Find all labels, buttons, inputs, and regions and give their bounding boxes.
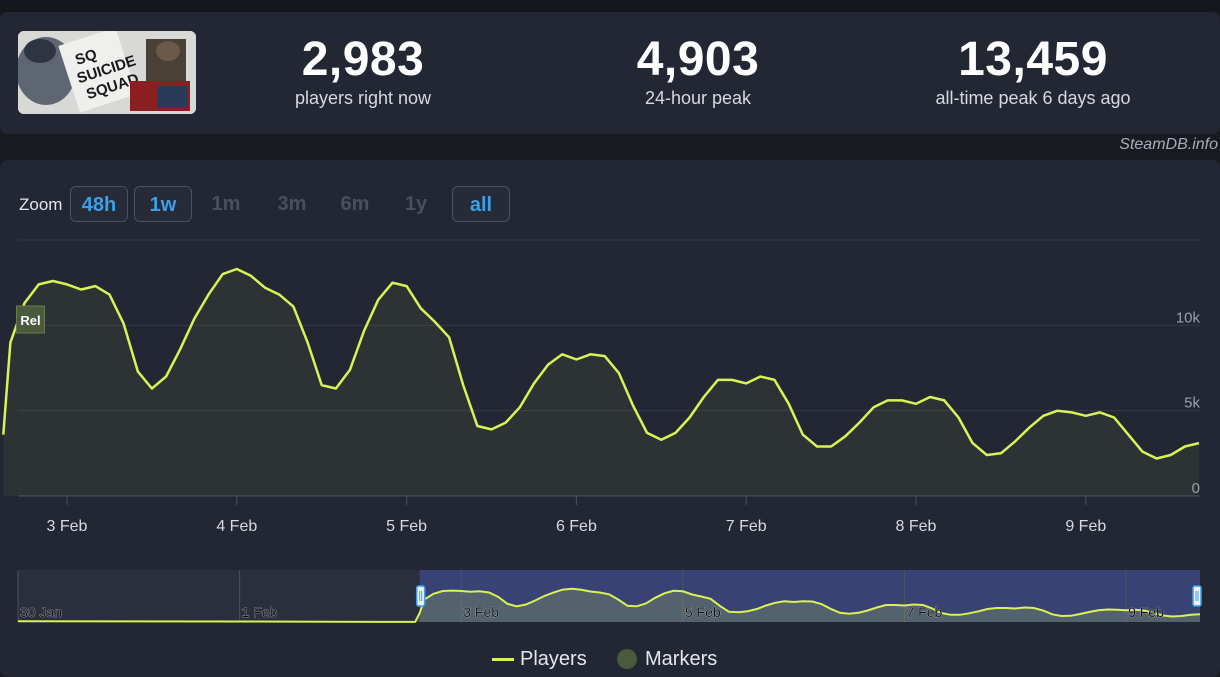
handle-grip bbox=[1192, 585, 1202, 607]
navigator-tick-label: 9 Feb bbox=[1128, 604, 1164, 620]
navigator-tick-label: 7 Feb bbox=[907, 604, 943, 620]
x-tick-label: 6 Feb bbox=[556, 518, 597, 535]
x-tick-label: 7 Feb bbox=[726, 518, 767, 535]
handle-grip bbox=[415, 585, 426, 607]
players-legend-swatch bbox=[492, 658, 514, 661]
navigator-tick-label: 30 Jan bbox=[20, 604, 62, 620]
navigator-tick-label: 1 Feb bbox=[242, 604, 278, 620]
navigator-tick-label: 5 Feb bbox=[685, 604, 721, 620]
legend-item-players[interactable]: Players bbox=[520, 646, 587, 672]
release-marker[interactable]: Rel bbox=[15, 305, 45, 334]
x-tick-label: 9 Feb bbox=[1065, 518, 1106, 535]
legend-item-markers[interactable]: Markers bbox=[645, 646, 717, 672]
player-count-chart: 0 5k 10k 3 Feb 4 Feb 5 Feb 6 Feb 7 Feb 8 Feb 9 F… bbox=[2, 239, 1202, 623]
navigator-left-handle[interactable] bbox=[415, 585, 426, 607]
y-tick-label: 5k bbox=[1184, 395, 1200, 412]
players-area bbox=[3, 269, 1199, 496]
x-tick-label: 3 Feb bbox=[47, 518, 88, 535]
x-tick-label: 8 Feb bbox=[896, 518, 937, 535]
x-tick-label: 5 Feb bbox=[386, 518, 427, 535]
marker-label: Rel bbox=[20, 313, 40, 328]
x-tick-label: 4 Feb bbox=[216, 518, 257, 535]
y-tick-label: 10k bbox=[1176, 309, 1201, 326]
markers-legend-swatch bbox=[617, 649, 637, 669]
chart-legend: Players Markers bbox=[0, 646, 1220, 672]
y-tick-label: 0 bbox=[1192, 480, 1200, 497]
navigator-right-handle[interactable] bbox=[1192, 585, 1202, 607]
navigator-tick-label: 3 Feb bbox=[463, 604, 499, 620]
